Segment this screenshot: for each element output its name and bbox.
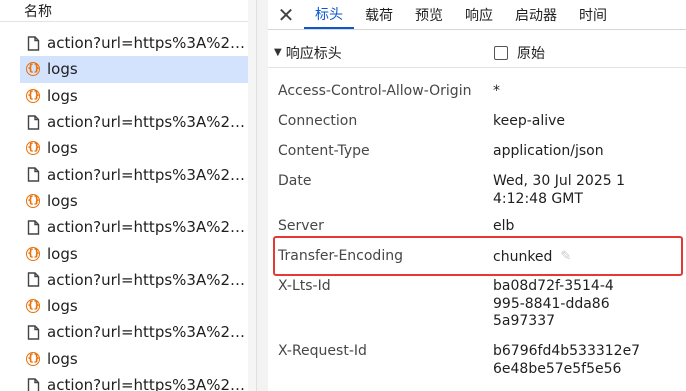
section-title: 响应标头 (285, 45, 342, 62)
script-icon: {} (25, 246, 41, 262)
request-row[interactable]: action?url=https%3A%2F... (20, 161, 248, 187)
raw-checkbox[interactable] (494, 46, 508, 60)
script-icon-glyph: {} (26, 351, 40, 366)
script-icon-glyph: {} (26, 193, 40, 208)
panel-divider[interactable] (256, 0, 268, 391)
request-row[interactable]: {} logs (20, 240, 248, 266)
request-label: logs (47, 191, 78, 210)
header-value: b6796fd4b533312e76e48be57e5f5e56 (493, 343, 641, 377)
header-name: X-Request-Id (278, 343, 367, 359)
request-label: action?url=https%3A%2F... (47, 376, 248, 391)
header-value: Wed, 30 Jul 2025 14:12:48 GMT (493, 173, 626, 207)
triangle-down-icon[interactable]: ▼ (274, 47, 282, 58)
request-label: action?url=https%3A%2F... (47, 34, 248, 53)
script-icon-glyph: {} (26, 88, 40, 103)
request-row[interactable]: action?url=https%3A%2F... (20, 30, 248, 56)
script-icon-glyph: {} (26, 299, 40, 314)
header-name: Connection (278, 113, 358, 129)
script-icon: {} (25, 298, 41, 314)
script-icon: {} (25, 88, 41, 104)
request-label: logs (47, 349, 78, 368)
header-value-text: chunked (493, 248, 553, 265)
header-name: Date (278, 173, 312, 189)
document-icon (25, 114, 41, 130)
tab-payload[interactable]: 载荷 (354, 0, 404, 29)
script-icon: {} (25, 351, 41, 367)
tab-response[interactable]: 响应 (454, 0, 504, 29)
document-icon (25, 272, 41, 288)
script-icon-glyph: {} (26, 62, 40, 77)
request-row[interactable]: {} logs (20, 135, 248, 161)
header-name: Content-Type (278, 143, 370, 159)
request-row[interactable]: action?url=https%3A%2F... (20, 109, 248, 135)
request-row[interactable]: {} logs (20, 293, 248, 319)
document-icon (25, 219, 41, 235)
request-label: logs (47, 139, 78, 158)
document-icon (25, 377, 41, 391)
tab-timing[interactable]: 时间 (568, 0, 618, 29)
pencil-icon[interactable]: ✎ (560, 248, 571, 266)
header-name: Transfer-Encoding (278, 248, 403, 264)
request-row[interactable]: action?url=https%3A%2F... (20, 267, 248, 293)
tab-initiator[interactable]: 启动器 (504, 0, 568, 29)
script-icon: {} (25, 61, 41, 77)
document-icon (25, 167, 41, 183)
raw-label: 原始 (517, 46, 545, 62)
request-label: logs (47, 86, 78, 105)
script-icon: {} (25, 193, 41, 209)
header-name: Server (278, 218, 324, 234)
header-value: chunked ✎ (493, 248, 653, 266)
header-value: * (493, 83, 500, 99)
name-column-label: 名称 (24, 3, 52, 20)
header-name: Access-Control-Allow-Origin (278, 83, 472, 99)
request-row[interactable]: action?url=https%3A%2F... (20, 214, 248, 240)
request-list: action?url=https%3A%2F... {} logs {} logs act… (20, 30, 248, 391)
request-label: logs (47, 60, 78, 79)
request-label: action?url=https%3A%2F... (47, 323, 248, 342)
request-row[interactable]: {} logs (20, 83, 248, 109)
request-details-panel: ✕ 标头 载荷 预览 响应 启动器 时间 ▼ 响应标头 原始 Access-Co… (268, 0, 686, 391)
close-icon[interactable]: ✕ (268, 0, 304, 29)
raw-toggle[interactable]: 原始 (494, 38, 545, 68)
header-value: ba08d72f-3514-4995-8841-dda865a97337 (493, 278, 614, 329)
tab-headers[interactable]: 标头 (304, 0, 354, 29)
request-list-panel: 名称 action?url=https%3A%2F... {} logs {} logs… (0, 0, 256, 391)
header-value: keep-alive (493, 113, 566, 129)
request-label: action?url=https%3A%2F... (47, 270, 248, 289)
name-column-header[interactable]: 名称 (0, 0, 256, 22)
header-value: application/json (493, 143, 604, 159)
script-icon-glyph: {} (26, 246, 40, 261)
request-label: logs (47, 297, 78, 316)
request-row[interactable]: action?url=https%3A%2F... (20, 372, 248, 391)
request-row[interactable]: {} logs (20, 188, 248, 214)
request-label: logs (47, 244, 78, 263)
request-label: action?url=https%3A%2F... (47, 218, 248, 237)
details-tab-bar: ✕ 标头 载荷 预览 响应 启动器 时间 (268, 0, 686, 30)
request-label: action?url=https%3A%2F... (47, 113, 248, 132)
document-icon (25, 324, 41, 340)
request-label: action?url=https%3A%2F... (47, 165, 248, 184)
header-value: elb (493, 218, 515, 234)
header-name: X-Lts-Id (278, 278, 331, 294)
request-row[interactable]: {} logs (20, 346, 248, 372)
document-icon (25, 35, 41, 51)
request-row[interactable]: action?url=https%3A%2F... (20, 319, 248, 345)
script-icon: {} (25, 140, 41, 156)
response-headers-section-header[interactable]: ▼ 响应标头 原始 (268, 38, 686, 68)
request-list-scrollbar[interactable] (248, 0, 256, 391)
request-row[interactable]: {} logs (20, 56, 248, 83)
tab-preview[interactable]: 预览 (404, 0, 454, 29)
script-icon-glyph: {} (26, 141, 40, 156)
